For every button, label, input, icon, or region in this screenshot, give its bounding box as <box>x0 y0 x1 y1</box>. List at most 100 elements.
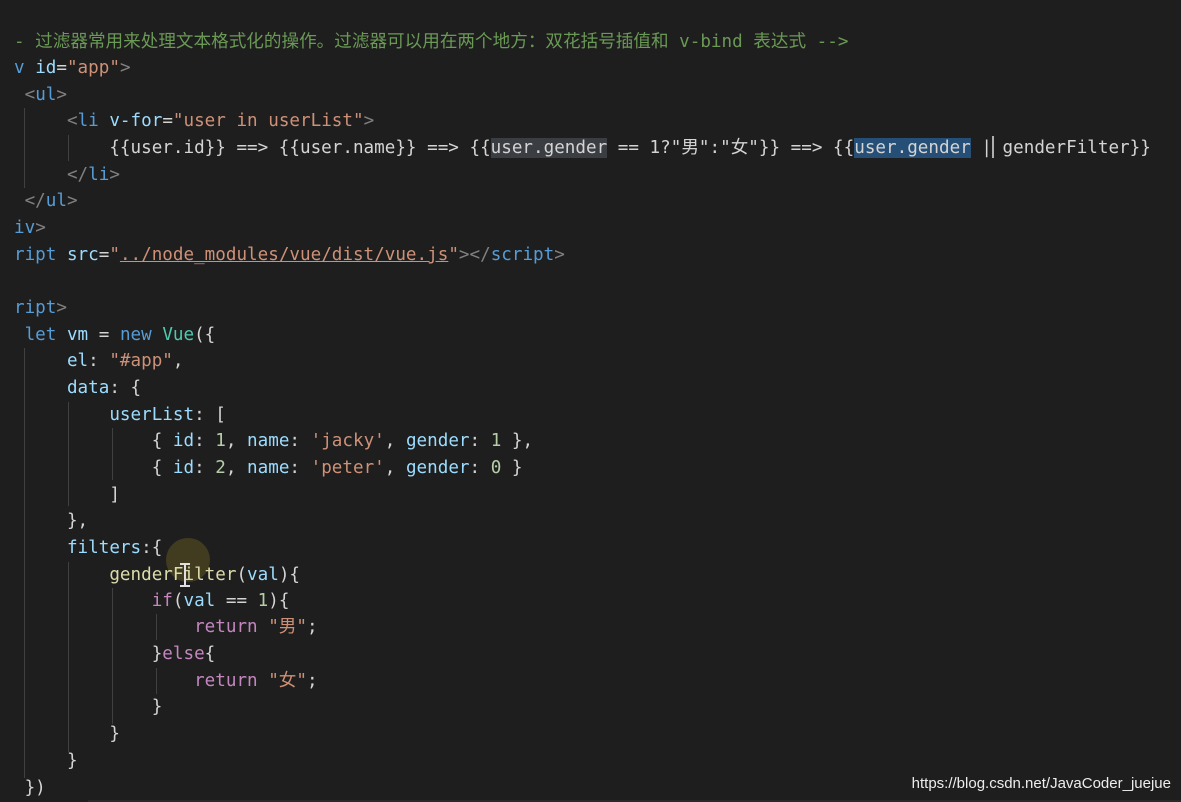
code-token: id <box>172 458 195 478</box>
code-token: return <box>14 671 269 691</box>
code-token: } <box>14 751 78 771</box>
code-line[interactable]: return "女"; <box>14 668 318 694</box>
code-token: { <box>14 458 173 478</box>
code-token: | genderFilter}} <box>970 138 1151 158</box>
code-line[interactable]: - 过滤器常用来处理文本格式化的操作。过滤器可以用在两个地方：双花括号插值和 v… <box>14 29 848 55</box>
code-editor[interactable]: - 过滤器常用来处理文本格式化的操作。过滤器可以用在两个地方：双花括号插值和 v… <box>0 0 1181 802</box>
code-token: : <box>194 458 216 478</box>
code-token: 'jacky' <box>310 431 385 451</box>
code-token: " <box>109 245 120 265</box>
code-line[interactable]: }) <box>14 775 46 801</box>
code-token: < <box>14 85 36 105</box>
code-token: ../node_modules/vue/dist/vue.js <box>119 245 449 265</box>
code-token: : <box>289 458 311 478</box>
code-line[interactable]: { id: 1, name: 'jacky', gender: 1 }, <box>14 428 533 454</box>
code-token: </ <box>14 165 89 185</box>
code-token: }, <box>501 431 534 451</box>
code-line[interactable]: } <box>14 721 120 747</box>
code-line[interactable]: {{user.id}} ==> {{user.name}} ==> {{user… <box>14 135 1151 161</box>
code-token: let <box>14 325 67 345</box>
code-token: ( <box>172 591 184 611</box>
code-token: 0 <box>490 458 502 478</box>
code-token: :{ <box>141 538 163 558</box>
code-token: el <box>14 351 89 371</box>
code-token: ){ <box>278 565 301 585</box>
code-token: ({ <box>194 325 216 345</box>
code-token: > <box>56 298 67 318</box>
code-token: val <box>183 591 216 611</box>
code-token: : <box>469 458 491 478</box>
code-token: else <box>162 644 205 664</box>
code-token: "user in userList" <box>172 111 364 131</box>
code-line[interactable]: ript src="../node_modules/vue/dist/vue.j… <box>14 242 565 268</box>
code-line[interactable]: v id="app"> <box>14 55 131 81</box>
code-token: id <box>35 58 57 78</box>
code-line[interactable]: } <box>14 748 78 774</box>
code-token: id <box>172 431 195 451</box>
code-token: Vue <box>162 325 195 345</box>
code-token: : <box>88 351 110 371</box>
code-token: , <box>225 431 248 451</box>
code-token: iv <box>14 218 36 238</box>
code-line[interactable]: if(val == 1){ <box>14 588 290 614</box>
code-token: "app" <box>66 58 120 78</box>
code-token: "#app" <box>109 351 173 371</box>
code-token: user.gender <box>854 138 971 158</box>
code-token: : <box>194 431 216 451</box>
code-line[interactable]: }, <box>14 508 88 534</box>
code-token: user.gender <box>490 138 608 158</box>
code-line[interactable]: return "男"; <box>14 614 318 640</box>
code-token: { <box>204 644 216 664</box>
code-token: if <box>14 591 173 611</box>
code-line[interactable]: ript> <box>14 295 67 321</box>
code-line[interactable]: <ul> <box>14 82 67 108</box>
code-token: ; <box>307 617 318 637</box>
code-line[interactable]: <li v-for="user in userList"> <box>14 108 374 134</box>
code-token: : <box>289 431 311 451</box>
code-token: vm <box>66 325 89 345</box>
code-token: , <box>384 431 406 451</box>
code-line[interactable]: genderFilter(val){ <box>14 562 300 588</box>
code-token: > <box>56 85 67 105</box>
code-token: > <box>35 218 46 238</box>
code-line[interactable]: } <box>14 694 163 720</box>
code-token: "女" <box>268 671 307 691</box>
code-token: src <box>66 245 99 265</box>
code-token: ript <box>14 245 67 265</box>
code-token: } <box>14 644 163 664</box>
code-token: = <box>88 325 120 345</box>
code-token: } <box>14 724 120 744</box>
code-line[interactable]: userList: [ <box>14 402 226 428</box>
code-line[interactable]: </ul> <box>14 188 78 214</box>
code-token: ript <box>14 298 57 318</box>
code-token: }, <box>14 511 89 531</box>
code-token: script <box>490 245 555 265</box>
code-line[interactable]: let vm = new Vue({ <box>14 322 216 348</box>
code-line[interactable]: el: "#app", <box>14 348 184 374</box>
code-token: 1 <box>490 431 502 451</box>
code-token: v <box>14 58 36 78</box>
code-token: li <box>77 111 110 131</box>
code-line[interactable]: { id: 2, name: 'peter', gender: 0 } <box>14 455 523 481</box>
code-line[interactable]: }else{ <box>14 641 216 667</box>
code-token: } <box>501 458 523 478</box>
code-token: = <box>98 245 110 265</box>
code-token: , <box>225 458 248 478</box>
code-token: > <box>109 165 120 185</box>
code-line[interactable]: filters:{ <box>14 535 162 561</box>
code-line[interactable]: ] <box>14 482 120 508</box>
code-token: ; <box>307 671 318 691</box>
code-token: name <box>247 431 290 451</box>
code-token: return <box>14 617 269 637</box>
code-token: "男" <box>268 617 307 637</box>
code-token: : [ <box>194 405 226 425</box>
code-line[interactable]: data: { <box>14 375 141 401</box>
code-line[interactable]: iv> <box>14 215 46 241</box>
code-token: {{user.id}} ==> {{user.name}} ==> {{ <box>14 138 491 158</box>
code-line[interactable]: </li> <box>14 162 120 188</box>
code-token: val <box>247 565 279 585</box>
code-token: ul <box>45 191 67 211</box>
code-token: , <box>172 351 184 371</box>
code-token: : { <box>109 378 142 398</box>
code-token: filters <box>14 538 142 558</box>
